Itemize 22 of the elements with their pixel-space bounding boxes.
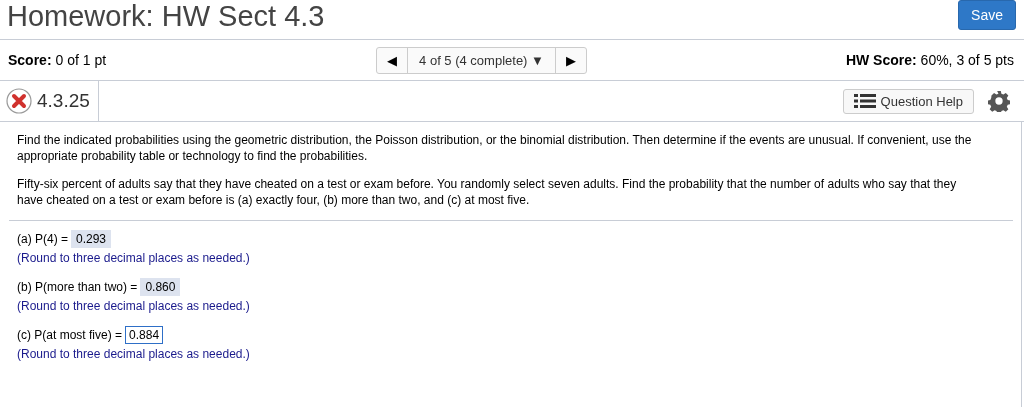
answer-field[interactable]: 0.293	[71, 230, 112, 248]
settings-icon[interactable]	[988, 90, 1010, 112]
answer-label: (a) P(4) =	[17, 232, 68, 246]
instructions-text: Find the indicated probabilities using the geometric distribution, the Poisson distribution, or the binomial distribution. Then determine if the events are unusual. If convenient, use the appropriate probability table or technology to find the probabilities.	[17, 132, 973, 164]
answer-label: (c) P(at most five) =	[17, 328, 123, 342]
question-dropdown[interactable]: 4 of 5 (4 complete) ▼	[407, 47, 556, 73]
page-title: Homework: HW Sect 4.3	[7, 0, 325, 32]
answer-label: (b) P(more than two) =	[17, 280, 138, 294]
hw-score-text: HW Score: 60%, 3 of 5 pts	[845, 52, 1014, 68]
question-number: 4.3.25	[37, 90, 90, 112]
save-button[interactable]: Save	[958, 0, 1016, 30]
next-button[interactable]: ▶	[555, 47, 586, 73]
problem-text: Fifty-six percent of adults say that they have cheated on a test or exam before. You randomly select seven adults. Find the probability that the number of adults who say that they have cheated on a test or exam before is (a) exactly four, (b) more than two, and (c) at most five.	[17, 176, 958, 208]
score-text: Score: 0 of 1 pt	[8, 52, 107, 68]
previous-button[interactable]: ◀	[377, 47, 408, 73]
answer-field[interactable]: 0.860	[140, 278, 181, 296]
hint-text: (Round to three decimal places as needed.)	[17, 251, 251, 265]
list-icon	[853, 94, 876, 108]
hint-text: (Round to three decimal places as needed.)	[17, 299, 251, 313]
answer-field[interactable]: 0.884	[125, 326, 164, 344]
hint-text: (Round to three decimal places as needed.)	[17, 347, 251, 361]
question-help-button[interactable]: Question Help	[842, 88, 974, 114]
